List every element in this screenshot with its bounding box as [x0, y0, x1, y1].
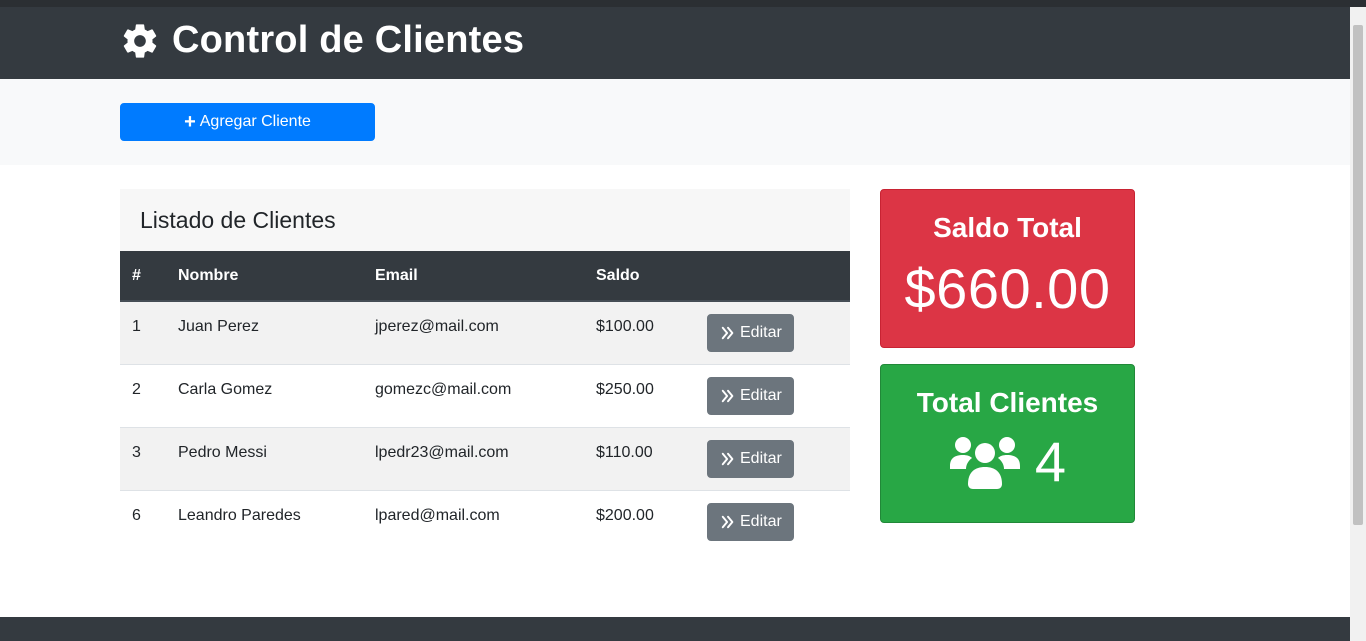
- angles-right-icon: [721, 452, 734, 465]
- cell-saldo: $250.00: [596, 380, 654, 398]
- clients-table: # Nombre Email Saldo 1 Juan Perez jperez…: [120, 251, 850, 553]
- edit-button[interactable]: Editar: [707, 502, 794, 541]
- cell-id: 2: [132, 380, 141, 398]
- window-top-strip: [0, 0, 1366, 7]
- total-clientes-card: Total Clientes 4: [880, 364, 1135, 523]
- angles-right-icon: [721, 326, 734, 340]
- column-header-actions: [707, 251, 850, 302]
- cell-saldo: $100.00: [596, 318, 654, 335]
- edit-button-label: Editar: [740, 324, 782, 341]
- gear-icon: [123, 23, 157, 58]
- total-clientes-value: 4: [1034, 430, 1067, 493]
- column-header-saldo: Saldo: [596, 251, 707, 302]
- cell-nombre: Juan Perez: [178, 318, 259, 335]
- cell-saldo: $110.00: [596, 443, 653, 461]
- cell-actions: Editar: [707, 490, 850, 553]
- edit-button-label: Editar: [740, 449, 782, 467]
- column-header-id: #: [120, 251, 178, 302]
- edit-button[interactable]: Editar: [707, 314, 794, 352]
- cell-email: lpared@mail.com: [375, 506, 500, 524]
- edit-button[interactable]: Editar: [707, 376, 794, 415]
- users-icon: [949, 436, 1020, 489]
- table-row: 6 Leandro Paredes lpared@mail.com $200.0…: [120, 490, 850, 553]
- angles-right-icon: [721, 515, 734, 528]
- saldo-total-label: Saldo Total: [933, 212, 1082, 243]
- cell-actions: Editar: [707, 364, 850, 427]
- add-client-label: Agregar Cliente: [199, 113, 311, 130]
- table-header-row: # Nombre Email Saldo: [120, 251, 850, 302]
- cell-nombre: Pedro Messi: [178, 443, 267, 461]
- page-title: Control de Clientes: [172, 19, 525, 61]
- total-clientes-label: Total Clientes: [916, 387, 1099, 418]
- scrollbar-thumb[interactable]: [1353, 25, 1363, 525]
- vertical-scrollbar[interactable]: [1350, 7, 1366, 641]
- action-bar: + Agregar Cliente: [0, 79, 1350, 165]
- table-row: 1 Juan Perez jperez@mail.com $100.00 Edi…: [120, 301, 850, 364]
- angles-right-icon: [721, 389, 734, 402]
- brand[interactable]: Control de Clientes: [120, 19, 524, 62]
- column-header-email: Email: [375, 251, 596, 302]
- cell-nombre: Carla Gomez: [178, 380, 273, 398]
- edit-button-label: Editar: [740, 386, 782, 404]
- footer: [0, 617, 1350, 641]
- clients-card-header: Listado de Clientes: [120, 189, 850, 251]
- cell-email: jperez@mail.com: [375, 318, 499, 335]
- table-row: 3 Pedro Messi lpedr23@mail.com $110.00 E…: [120, 427, 850, 490]
- column-header-nombre: Nombre: [178, 251, 375, 302]
- cell-actions: Editar: [707, 427, 850, 490]
- saldo-total-card: Saldo Total $660.00: [880, 189, 1135, 348]
- cell-email: lpedr23@mail.com: [375, 443, 509, 461]
- table-row: 2 Carla Gomez gomezc@mail.com $250.00 Ed…: [120, 364, 850, 427]
- saldo-total-value: $660.00: [904, 257, 1111, 320]
- cell-saldo: $200.00: [596, 506, 654, 524]
- cell-id: 6: [132, 506, 141, 524]
- total-clientes-row: 4: [881, 429, 1134, 494]
- edit-button-label: Editar: [740, 512, 782, 530]
- cell-actions: Editar: [707, 301, 850, 364]
- cell-email: gomezc@mail.com: [375, 380, 512, 398]
- clients-card: Listado de Clientes # Nombre Email Saldo…: [120, 189, 850, 553]
- clients-list-title: Listado de Clientes: [140, 206, 336, 233]
- edit-button[interactable]: Editar: [707, 439, 794, 478]
- cell-id: 3: [132, 443, 141, 461]
- navbar: Control de Clientes: [0, 7, 1350, 79]
- add-client-button[interactable]: + Agregar Cliente: [120, 103, 375, 141]
- cell-nombre: Leandro Paredes: [178, 506, 301, 524]
- cell-id: 1: [132, 318, 141, 335]
- plus-icon: +: [184, 111, 196, 133]
